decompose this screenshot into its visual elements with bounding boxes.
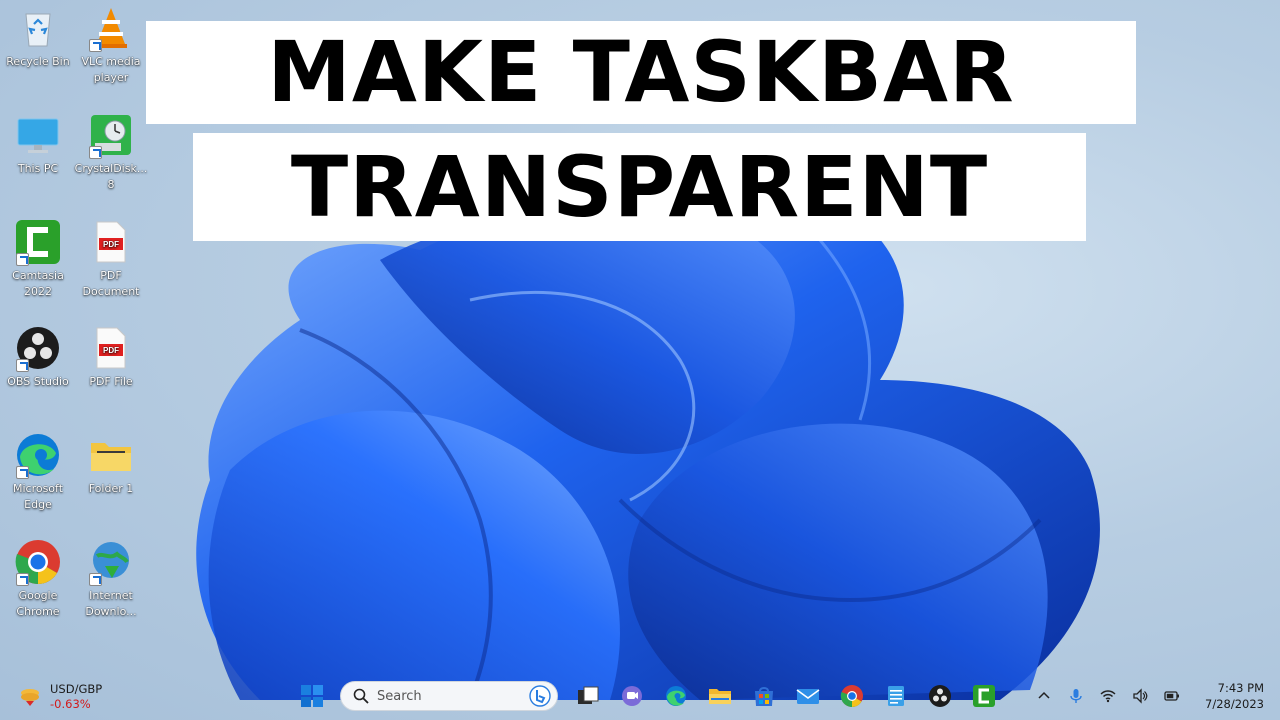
search-input[interactable] (377, 688, 529, 704)
volume-icon (1133, 688, 1148, 704)
desktop-icon-chrome[interactable]: Google Chrome (1, 538, 75, 620)
camtasia-icon (973, 685, 995, 707)
teams-chat-icon (622, 686, 642, 706)
title-line-2: TRANSPARENT (193, 133, 1086, 241)
edge-button[interactable] (660, 680, 692, 712)
start-button[interactable] (296, 680, 328, 712)
wifi-button[interactable] (1097, 685, 1119, 707)
wifi-icon (1100, 690, 1116, 703)
desktop-icon-internet-download[interactable]: Internet Downlo... (74, 538, 148, 620)
microphone-button[interactable] (1065, 685, 1087, 707)
chevron-up-icon (1038, 691, 1050, 699)
desktop-icon-recycle-bin[interactable]: Recycle Bin (1, 4, 75, 70)
chrome-button[interactable] (836, 680, 868, 712)
widget-pair: USD/GBP (50, 682, 103, 696)
desktop-icon-camtasia[interactable]: Camtasia 2022 (1, 218, 75, 300)
battery-icon (1164, 691, 1180, 701)
chrome-icon (840, 685, 863, 707)
desktop-icon-pdf-file[interactable]: PDF PDF File (74, 324, 148, 390)
task-view-icon (578, 686, 599, 704)
shortcut-arrow-icon (16, 466, 29, 479)
edge-icon (666, 686, 686, 706)
shortcut-arrow-icon (89, 146, 102, 159)
clock[interactable]: 7:43 PM 7/28/2023 (1205, 680, 1264, 712)
file-explorer-icon (709, 689, 731, 704)
shortcut-arrow-icon (89, 573, 102, 586)
start-icon (301, 685, 323, 707)
show-hidden-icons-button[interactable] (1033, 685, 1055, 707)
taskbar: USD/GBP -0.63% Search 7:43 PM 7/28/2023 (0, 672, 1280, 720)
desktop-icon-folder-1[interactable]: Folder 1 (74, 431, 148, 497)
desktop-icon-vlc[interactable]: VLC media player (74, 4, 148, 86)
desktop-icon-edge[interactable]: Microsoft Edge (1, 431, 75, 513)
file-explorer-button[interactable] (704, 680, 736, 712)
currency-widget[interactable]: USD/GBP -0.63% (18, 679, 102, 715)
desktop-icon-obs[interactable]: OBS Studio (1, 324, 75, 390)
desktop-icon-this-pc[interactable]: This PC (1, 111, 75, 177)
notepad-button[interactable] (880, 680, 912, 712)
currency-widget-icon (21, 689, 39, 706)
system-tray: 7:43 PM 7/28/2023 (1033, 678, 1280, 714)
store-button[interactable] (748, 680, 780, 712)
microphone-icon (1070, 689, 1082, 703)
desktop-icon-crystaldisk[interactable]: CrystalDisk... 8 (74, 111, 148, 193)
folder-icon (91, 443, 131, 471)
taskbar-search[interactable] (340, 681, 558, 711)
svg-text:PDF: PDF (103, 346, 119, 355)
pdf-icon: PDF (96, 327, 126, 369)
svg-text:PDF: PDF (103, 240, 119, 249)
widget-change: -0.63% (50, 697, 91, 711)
mail-button[interactable] (792, 680, 824, 712)
shortcut-arrow-icon (16, 253, 29, 266)
shortcut-arrow-icon (16, 359, 29, 372)
pdf-icon: PDF (96, 221, 126, 263)
desktop-icon-pdf-document[interactable]: PDF PDF Document (74, 218, 148, 300)
obs-button[interactable] (924, 680, 956, 712)
bing-icon[interactable] (529, 685, 551, 707)
obs-icon (929, 685, 951, 707)
camtasia-button[interactable] (968, 680, 1000, 712)
title-line-1: MAKE TASKBAR (146, 21, 1136, 124)
this-pc-icon (17, 118, 59, 153)
recycle-bin-icon (25, 13, 51, 47)
battery-button[interactable] (1161, 685, 1183, 707)
clock-time: 7:43 PM (1217, 681, 1264, 695)
volume-button[interactable] (1129, 685, 1151, 707)
store-icon (755, 687, 773, 706)
notepad-icon (888, 686, 904, 706)
teams-chat-button[interactable] (616, 680, 648, 712)
task-view-button[interactable] (572, 680, 604, 712)
mail-icon (796, 689, 820, 704)
shortcut-arrow-icon (89, 39, 102, 52)
shortcut-arrow-icon (16, 573, 29, 586)
clock-date: 7/28/2023 (1205, 697, 1264, 711)
search-icon (353, 688, 369, 704)
